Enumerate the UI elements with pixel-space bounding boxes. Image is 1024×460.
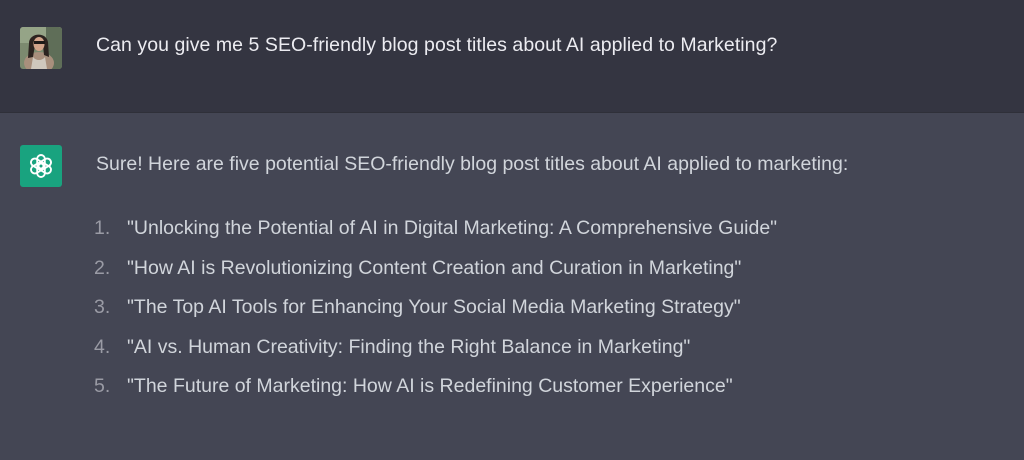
list-item-text: "AI vs. Human Creativity: Finding the Ri… [127,335,691,358]
assistant-intro-text: Sure! Here are five potential SEO-friend… [96,153,849,175]
list-item-number: 3. [94,296,111,318]
list-item-text: "The Top AI Tools for Enhancing Your Soc… [127,296,741,318]
user-avatar [20,27,62,69]
list-item-number: 1. [94,217,111,239]
assistant-message-row: Sure! Here are five potential SEO-friend… [0,113,1024,460]
openai-logo-icon [30,154,52,178]
assistant-avatar [20,145,62,187]
user-photo-avatar [20,27,62,69]
list-item-text: "How AI is Revolutionizing Content Creat… [127,256,742,279]
list-item-text: "The Future of Marketing: How AI is Rede… [127,375,733,397]
chat-conversation: Can you give me 5 SEO-friendly blog post… [0,0,1024,460]
list-item-number: 4. [94,335,111,358]
list-item-number: 5. [94,375,111,397]
user-message-text: Can you give me 5 SEO-friendly blog post… [96,34,778,56]
list-item-text: "Unlocking the Potential of AI in Digita… [127,217,778,239]
user-message-row: Can you give me 5 SEO-friendly blog post… [0,0,1024,113]
list-item-number: 2. [94,256,111,279]
